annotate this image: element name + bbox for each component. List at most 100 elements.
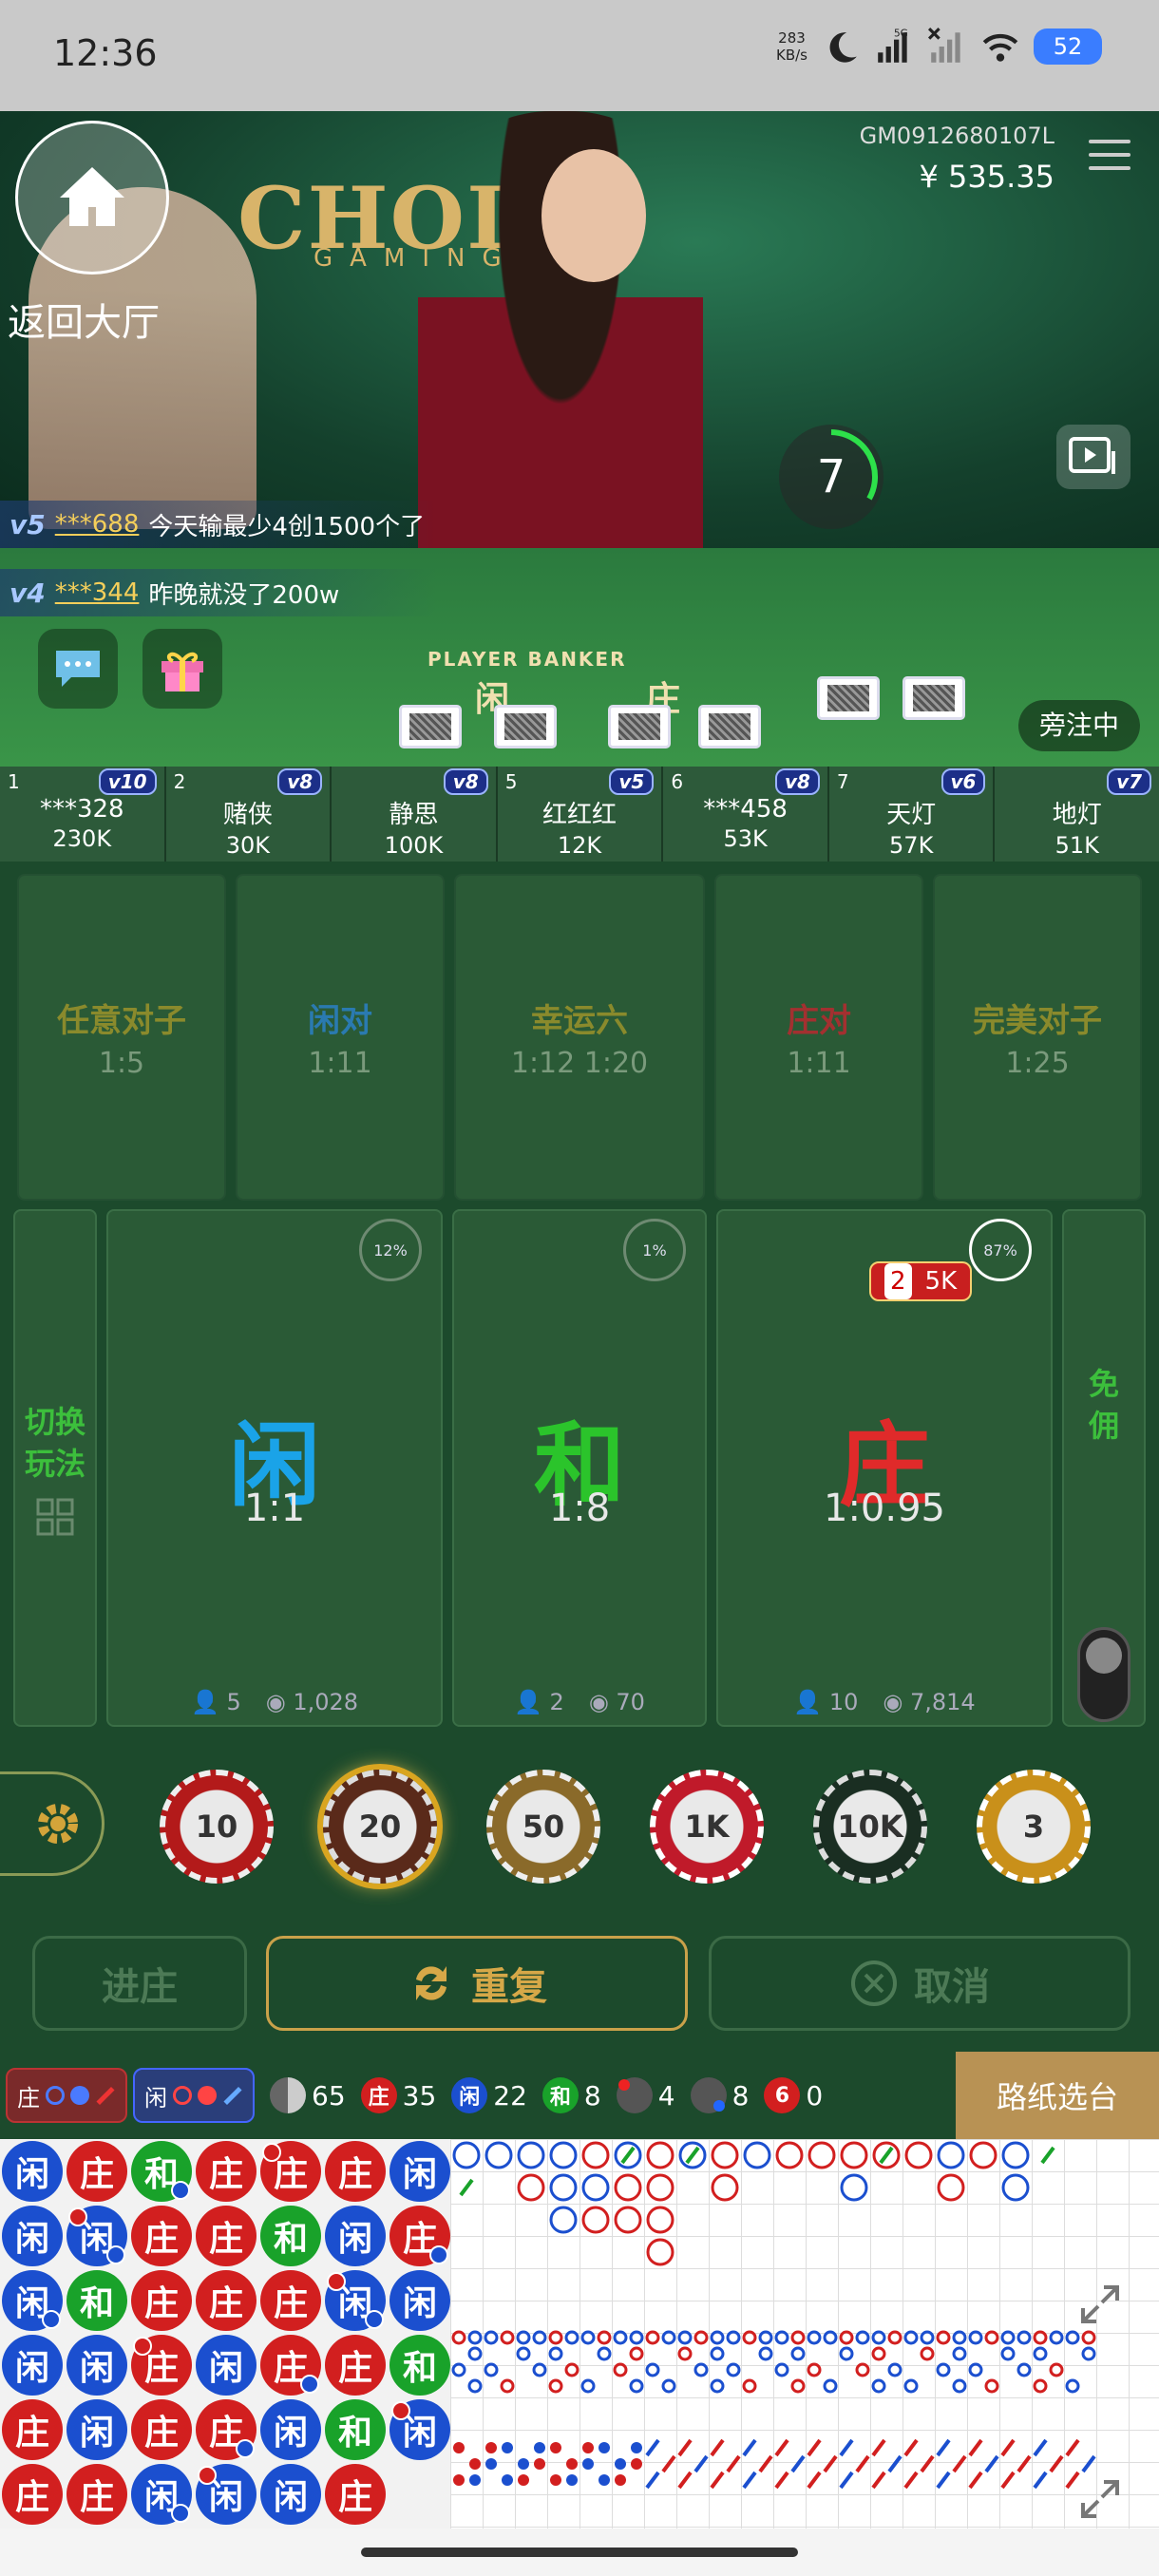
road-mark bbox=[871, 2438, 886, 2457]
road-mark bbox=[581, 2206, 610, 2234]
table-board-label: PLAYER BANKER bbox=[428, 648, 627, 671]
road-mark bbox=[581, 2173, 610, 2202]
expand-icon[interactable] bbox=[1077, 2282, 1123, 2327]
road-mark bbox=[871, 2471, 886, 2490]
chip-custom[interactable]: 3 bbox=[977, 1770, 1091, 1884]
card bbox=[817, 676, 880, 720]
bet-player-pair[interactable]: 闲对 1:11 bbox=[236, 874, 445, 1201]
bet-lucky-six[interactable]: 幸运六 1:12 1:20 bbox=[454, 874, 705, 1201]
bet-banker-pair[interactable]: 庄对 1:11 bbox=[714, 874, 923, 1201]
chat-message: v4 ***344 昨晚就没了200w bbox=[0, 569, 437, 616]
road-mark bbox=[920, 2330, 935, 2345]
bet-player[interactable]: 12% 闲 1:1 👤 5 ◉ 1,028 bbox=[106, 1209, 443, 1727]
road-mark bbox=[467, 2346, 483, 2361]
player-ask-road-button[interactable]: 闲 bbox=[133, 2068, 255, 2123]
bet-tie[interactable]: 1% 和 1:8 👤 2 ◉ 70 bbox=[452, 1209, 707, 1727]
road-mark bbox=[620, 2146, 636, 2165]
road-mark bbox=[855, 2330, 870, 2345]
player-seat: 2 v8 赌侠 30K bbox=[166, 767, 332, 862]
cancel-icon bbox=[851, 1960, 897, 2006]
road-mark bbox=[615, 2458, 626, 2470]
road-mark bbox=[631, 2442, 642, 2453]
bead-result: 闲 bbox=[2, 2335, 63, 2396]
road-mark bbox=[839, 2438, 854, 2457]
cancel-bet-button[interactable]: 取消 bbox=[709, 1936, 1130, 2031]
road-mark bbox=[459, 2178, 474, 2197]
bet-perfect-pair[interactable]: 完美对子 1:25 bbox=[933, 874, 1142, 1201]
tie-percent: 1% bbox=[623, 1219, 686, 1281]
back-to-lobby-label[interactable]: 返回大厅 bbox=[8, 292, 160, 347]
road-mark bbox=[903, 2471, 919, 2490]
svg-text:5G: 5G bbox=[894, 28, 908, 40]
bead-plate: 闲庄和庄庄庄闲闲闲庄庄和闲庄闲和庄庄庄闲闲闲闲庄闲庄庄和庄闲庄庄闲和闲庄庄闲闲闲… bbox=[0, 2139, 450, 2529]
road-mark bbox=[807, 2471, 822, 2490]
road-mark bbox=[550, 2474, 561, 2486]
video-replay-icon[interactable] bbox=[1056, 425, 1130, 489]
road-mark bbox=[758, 2454, 773, 2473]
repeat-bet-button[interactable]: 重复 bbox=[266, 1936, 688, 2031]
road-mark bbox=[580, 2378, 596, 2394]
big-road bbox=[450, 2139, 1159, 2529]
road-mark bbox=[952, 2454, 967, 2473]
home-button[interactable] bbox=[15, 121, 169, 275]
road-mark bbox=[937, 2141, 965, 2169]
road-mark bbox=[1000, 2346, 1016, 2361]
chip-1k[interactable]: 1K bbox=[650, 1770, 764, 1884]
chip-50[interactable]: 50 bbox=[486, 1770, 600, 1884]
road-mark bbox=[1016, 2362, 1032, 2377]
bead-result: 闲 bbox=[66, 2335, 127, 2396]
banker-ask-road-button[interactable]: 庄 bbox=[6, 2068, 127, 2123]
road-maps: 闲庄和庄庄庄闲闲闲庄庄和闲庄闲和庄庄庄闲闲闲闲庄闲庄庄和庄闲庄庄闲和闲庄庄闲闲闲… bbox=[0, 2139, 1159, 2529]
road-mark bbox=[952, 2330, 967, 2345]
expand-icon[interactable] bbox=[1077, 2476, 1123, 2522]
road-mark bbox=[1049, 2454, 1064, 2473]
road-mark bbox=[903, 2330, 919, 2345]
road-mark bbox=[646, 2206, 674, 2234]
road-mark bbox=[1000, 2330, 1016, 2345]
bead-result: 闲 bbox=[390, 2270, 450, 2331]
menu-icon[interactable] bbox=[1089, 140, 1130, 178]
switch-table-button[interactable]: 路纸选台 bbox=[956, 2052, 1159, 2139]
chip-settings-button[interactable] bbox=[0, 1771, 104, 1876]
road-mark bbox=[549, 2141, 578, 2169]
bead-result: 闲 bbox=[260, 2399, 321, 2460]
chip-10[interactable]: 10 bbox=[160, 1770, 274, 1884]
road-mark bbox=[548, 2378, 563, 2394]
commission-switch[interactable] bbox=[1077, 1627, 1130, 1722]
bead-result: 庄 bbox=[131, 2399, 192, 2460]
placed-bet-chip: 2 5K bbox=[869, 1261, 973, 1301]
road-mark bbox=[598, 2442, 610, 2453]
commission-free-toggle[interactable]: 免佣 bbox=[1062, 1209, 1146, 1727]
road-mark bbox=[840, 2141, 868, 2169]
road-mark bbox=[516, 2330, 531, 2345]
player-seat: 7 v6 天灯 57K bbox=[829, 767, 996, 862]
road-mark bbox=[742, 2438, 757, 2457]
chat-button[interactable] bbox=[38, 629, 118, 709]
switch-mode-button[interactable]: 切换 玩法 bbox=[13, 1209, 97, 1727]
road-mark bbox=[887, 2362, 902, 2377]
gift-button[interactable] bbox=[142, 629, 222, 709]
road-mark bbox=[484, 2330, 499, 2345]
lucky-six-count: 60 bbox=[764, 2077, 823, 2113]
repeat-icon bbox=[416, 1966, 446, 2000]
road-mark bbox=[500, 2330, 515, 2345]
chip-10k[interactable]: 10K bbox=[813, 1770, 927, 1884]
chat-bubble-icon bbox=[56, 651, 100, 687]
road-mark bbox=[1016, 2454, 1032, 2473]
road-mark bbox=[823, 2330, 838, 2345]
tie-wins: 和8 bbox=[542, 2077, 601, 2113]
road-mark bbox=[631, 2458, 642, 2470]
road-mark bbox=[564, 2330, 580, 2345]
confirm-bet-button[interactable]: 进庄 bbox=[32, 1936, 247, 2031]
road-mark bbox=[453, 2474, 465, 2486]
chip-20[interactable]: 20 bbox=[323, 1770, 437, 1884]
road-mark bbox=[710, 2330, 725, 2345]
bead-result: 庄 bbox=[66, 2141, 127, 2202]
road-mark bbox=[839, 2330, 854, 2345]
road-mark bbox=[984, 2454, 999, 2473]
road-mark bbox=[1049, 2330, 1064, 2345]
player-seat: 5 v5 红红红 12K bbox=[498, 767, 664, 862]
bet-any-pair[interactable]: 任意对子 1:5 bbox=[17, 874, 226, 1201]
road-mark bbox=[1001, 2141, 1030, 2169]
bead-result: 庄 bbox=[2, 2464, 63, 2525]
